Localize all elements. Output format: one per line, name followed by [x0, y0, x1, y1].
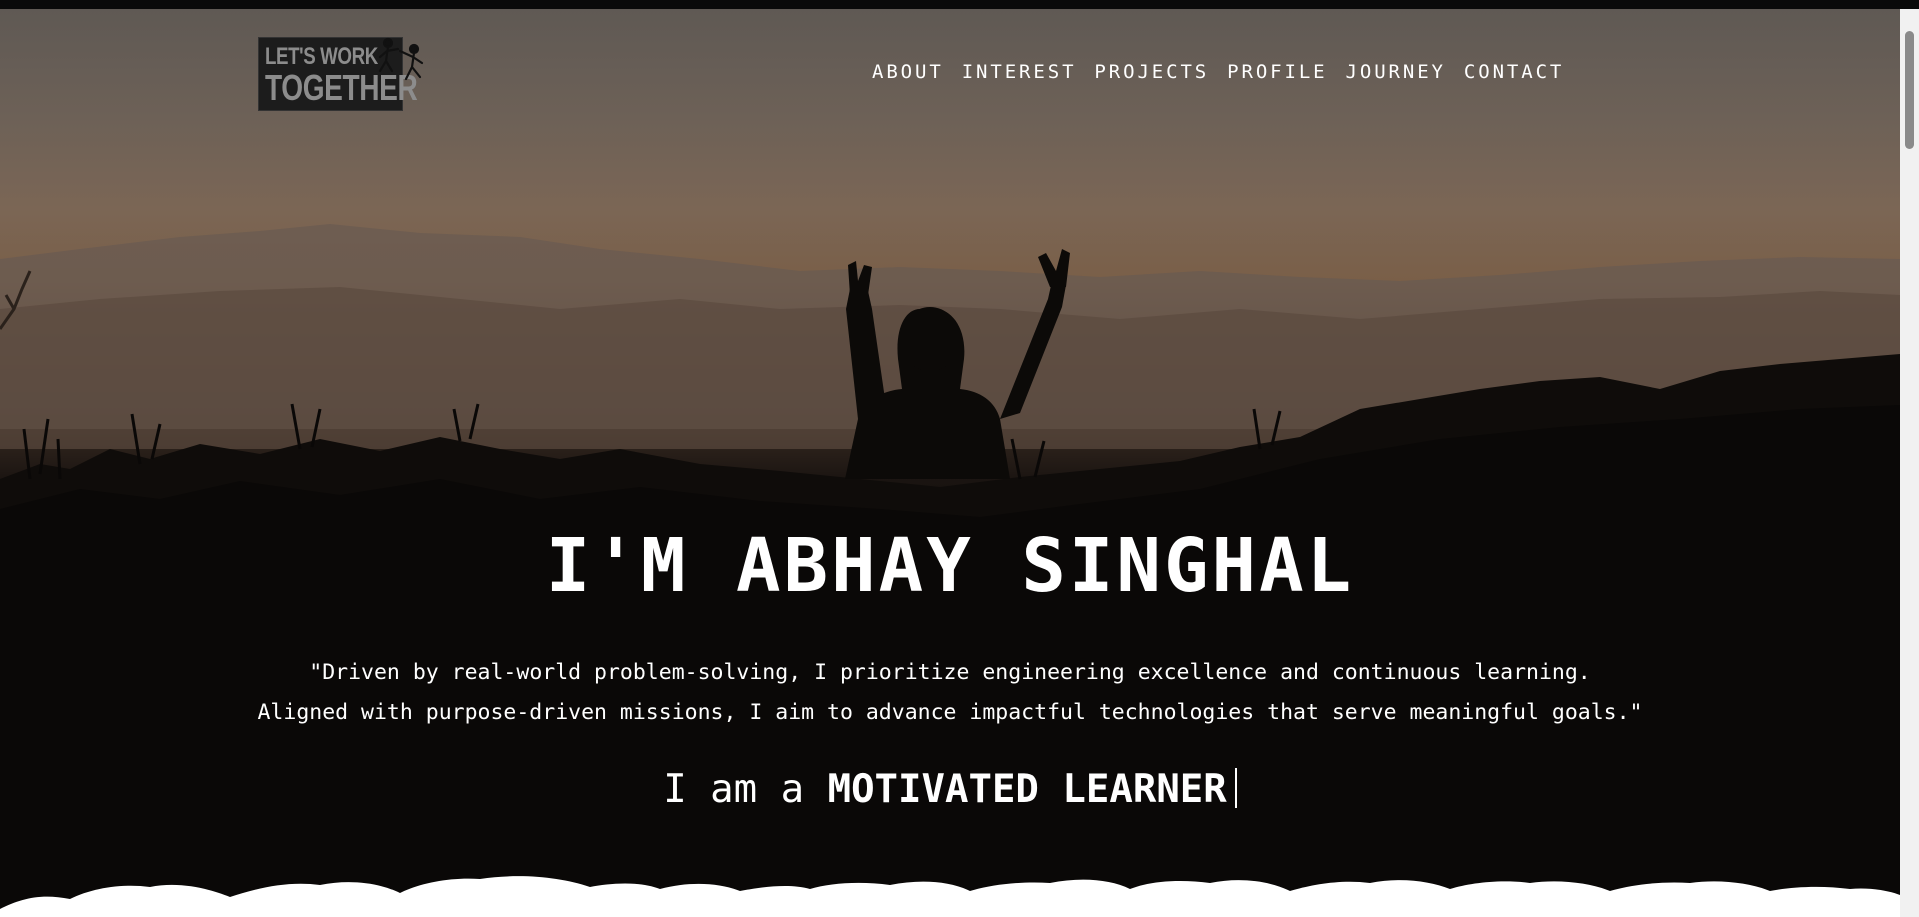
- typed-text: I am a MOTIVATED LEARNER: [0, 767, 1900, 812]
- typing-caret: [1234, 768, 1237, 808]
- typed-word: MOTIVATED LEARNER: [827, 767, 1227, 812]
- hero-title: I'M ABHAY SINGHAL: [545, 523, 1355, 609]
- scrollbar-thumb[interactable]: [1905, 31, 1914, 149]
- browser-top-strip: [0, 0, 1919, 9]
- nav-profile[interactable]: PROFILE: [1227, 61, 1327, 83]
- hero-quote-line2: Aligned with purpose-driven missions, I …: [257, 700, 1643, 725]
- typed-prefix: I am a: [663, 767, 805, 812]
- climbing-people-icon: [378, 37, 424, 81]
- nav-about[interactable]: ABOUT: [872, 61, 944, 83]
- logo[interactable]: LET'S WORK TOGETHER: [258, 37, 430, 113]
- hero-section: LET'S WORK TOGETHER ABOUT INTEREST PROJE…: [0, 9, 1900, 917]
- hero-quote-line1: "Driven by real-world problem-solving, I…: [309, 660, 1591, 685]
- nav-interest[interactable]: INTEREST: [962, 61, 1077, 83]
- hero-quote: "Driven by real-world problem-solving, I…: [0, 653, 1900, 733]
- nav-journey[interactable]: JOURNEY: [1346, 61, 1446, 83]
- nav-contact[interactable]: CONTACT: [1464, 61, 1564, 83]
- page-scrollbar[interactable]: [1900, 9, 1919, 917]
- cloud-divider: [0, 876, 1900, 917]
- main-nav: ABOUT INTEREST PROJECTS PROFILE JOURNEY …: [872, 61, 1582, 83]
- nav-projects[interactable]: PROJECTS: [1094, 61, 1209, 83]
